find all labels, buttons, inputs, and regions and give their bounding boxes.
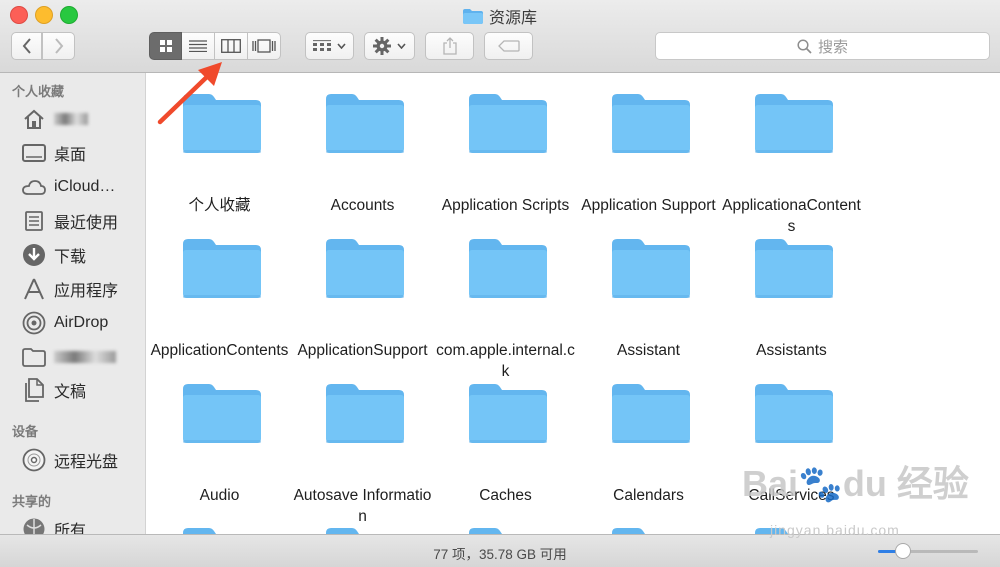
folder-icon: [326, 383, 404, 443]
grid-icon: [159, 40, 172, 52]
folder-icon: [755, 93, 833, 153]
forward-button[interactable]: [42, 32, 75, 60]
blurred-username: [54, 113, 88, 125]
download-icon: [22, 243, 46, 267]
folder-label: Caches: [479, 487, 532, 504]
sidebar-item-downloads[interactable]: 下载: [22, 242, 86, 268]
chevron-down-icon: [397, 43, 406, 49]
sidebar-item-work-folder[interactable]: [22, 344, 124, 370]
folder-label: com.apple.internal.ck: [436, 342, 575, 380]
folder-icon: [22, 345, 46, 369]
sidebar-item-icloud[interactable]: iCloud…: [22, 174, 115, 200]
watermark-logo: Bai🐾du 经验: [742, 463, 969, 504]
folder-label: Audio: [199, 487, 240, 504]
gear-icon: [373, 37, 391, 55]
folder-icon: [612, 238, 690, 298]
chevron-left-icon: [22, 38, 31, 54]
folder-icon: [612, 383, 690, 443]
disc-icon: [22, 448, 46, 472]
list-icon: [189, 40, 207, 52]
sidebar-item-home[interactable]: [22, 106, 96, 132]
sidebar-section-favorites: 个人收藏: [12, 84, 65, 99]
slider-knob[interactable]: [895, 543, 911, 559]
share-icon: [442, 37, 457, 55]
desktop-icon: [22, 141, 46, 165]
folder-label: Application Scripts: [441, 197, 570, 214]
tags-button[interactable]: [484, 32, 533, 60]
airdrop-icon: [22, 311, 46, 335]
documents-icon: [22, 378, 46, 402]
search-placeholder: 搜索: [817, 38, 848, 56]
sidebar-item-airdrop[interactable]: AirDrop: [22, 310, 108, 336]
folder-label: ApplicationSupport: [297, 342, 428, 359]
list-view-button[interactable]: [182, 32, 215, 60]
sidebar-section-devices: 设备: [12, 424, 39, 439]
chevron-down-icon: [337, 43, 346, 49]
icon-size-slider[interactable]: [878, 543, 978, 559]
watermark-url: jingyan.baidu.com: [770, 522, 900, 538]
folder-icon: [469, 527, 547, 534]
folder-label: Assistant: [617, 342, 680, 359]
sidebar-item-recents[interactable]: 最近使用: [22, 208, 118, 234]
folder-icon: [326, 238, 404, 298]
column-view-button[interactable]: [215, 32, 248, 60]
icon-view-button[interactable]: [149, 32, 182, 60]
folder-label: Autosave Information: [293, 487, 432, 525]
folder-icon: [183, 383, 261, 443]
folder-icon: [469, 93, 547, 153]
sidebar: 个人收藏 桌面 iCloud… 最近使用 下载 应用程序 AirDrop 文稿 …: [0, 73, 146, 534]
share-button[interactable]: [425, 32, 474, 60]
gallery-icon: [252, 39, 276, 53]
folder-icon: [469, 238, 547, 298]
action-button[interactable]: [364, 32, 415, 60]
window-title: 资源库: [0, 4, 1000, 28]
gallery-view-button[interactable]: [248, 32, 281, 60]
folder-icon: [326, 93, 404, 153]
search-input[interactable]: 搜索: [655, 32, 990, 60]
folder-label: Accounts: [330, 197, 395, 214]
blurred-folder-name: [54, 351, 116, 363]
folder-label: Calendars: [613, 487, 684, 504]
folder-label: ApplicationContents: [150, 342, 289, 359]
search-icon: [797, 38, 812, 54]
cloud-icon: [22, 175, 46, 199]
folder-label: Application Support: [581, 197, 716, 214]
sidebar-section-shared: 共享的: [12, 494, 52, 509]
folder-icon: [462, 8, 483, 24]
annotation-arrow-icon: [157, 62, 222, 125]
sidebar-item-documents[interactable]: 文稿: [22, 377, 86, 403]
sidebar-item-desktop[interactable]: 桌面: [22, 140, 86, 166]
folder-icon: [326, 527, 404, 534]
folder-icon: [612, 93, 690, 153]
chevron-right-icon: [54, 38, 63, 54]
sidebar-item-applications[interactable]: 应用程序: [22, 276, 118, 302]
home-icon: [22, 107, 46, 131]
back-button[interactable]: [11, 32, 42, 60]
columns-icon: [221, 39, 241, 53]
folder-icon: [612, 527, 690, 534]
folder-icon: [755, 238, 833, 298]
folder-label: ApplicationaContents: [722, 197, 861, 235]
folder-icon: [469, 383, 547, 443]
sidebar-item-all-shared[interactable]: 所有…: [22, 516, 102, 534]
view-mode-selector: [149, 32, 281, 60]
status-bar: 77 项，35.78 GB 可用: [0, 534, 1000, 567]
tag-icon: [497, 40, 520, 52]
sidebar-item-remote-disc[interactable]: 远程光盘: [22, 447, 118, 473]
status-text: 77 项，35.78 GB 可用: [433, 547, 567, 562]
recents-icon: [22, 209, 46, 233]
network-icon: [22, 517, 46, 534]
folder-icon: [755, 383, 833, 443]
folder-label: 个人收藏: [188, 197, 251, 214]
folder-label: Assistants: [756, 342, 827, 359]
arrange-button[interactable]: [305, 32, 354, 60]
folder-icon: [183, 238, 261, 298]
applications-icon: [22, 277, 46, 301]
arrange-grid-icon: [313, 40, 331, 51]
